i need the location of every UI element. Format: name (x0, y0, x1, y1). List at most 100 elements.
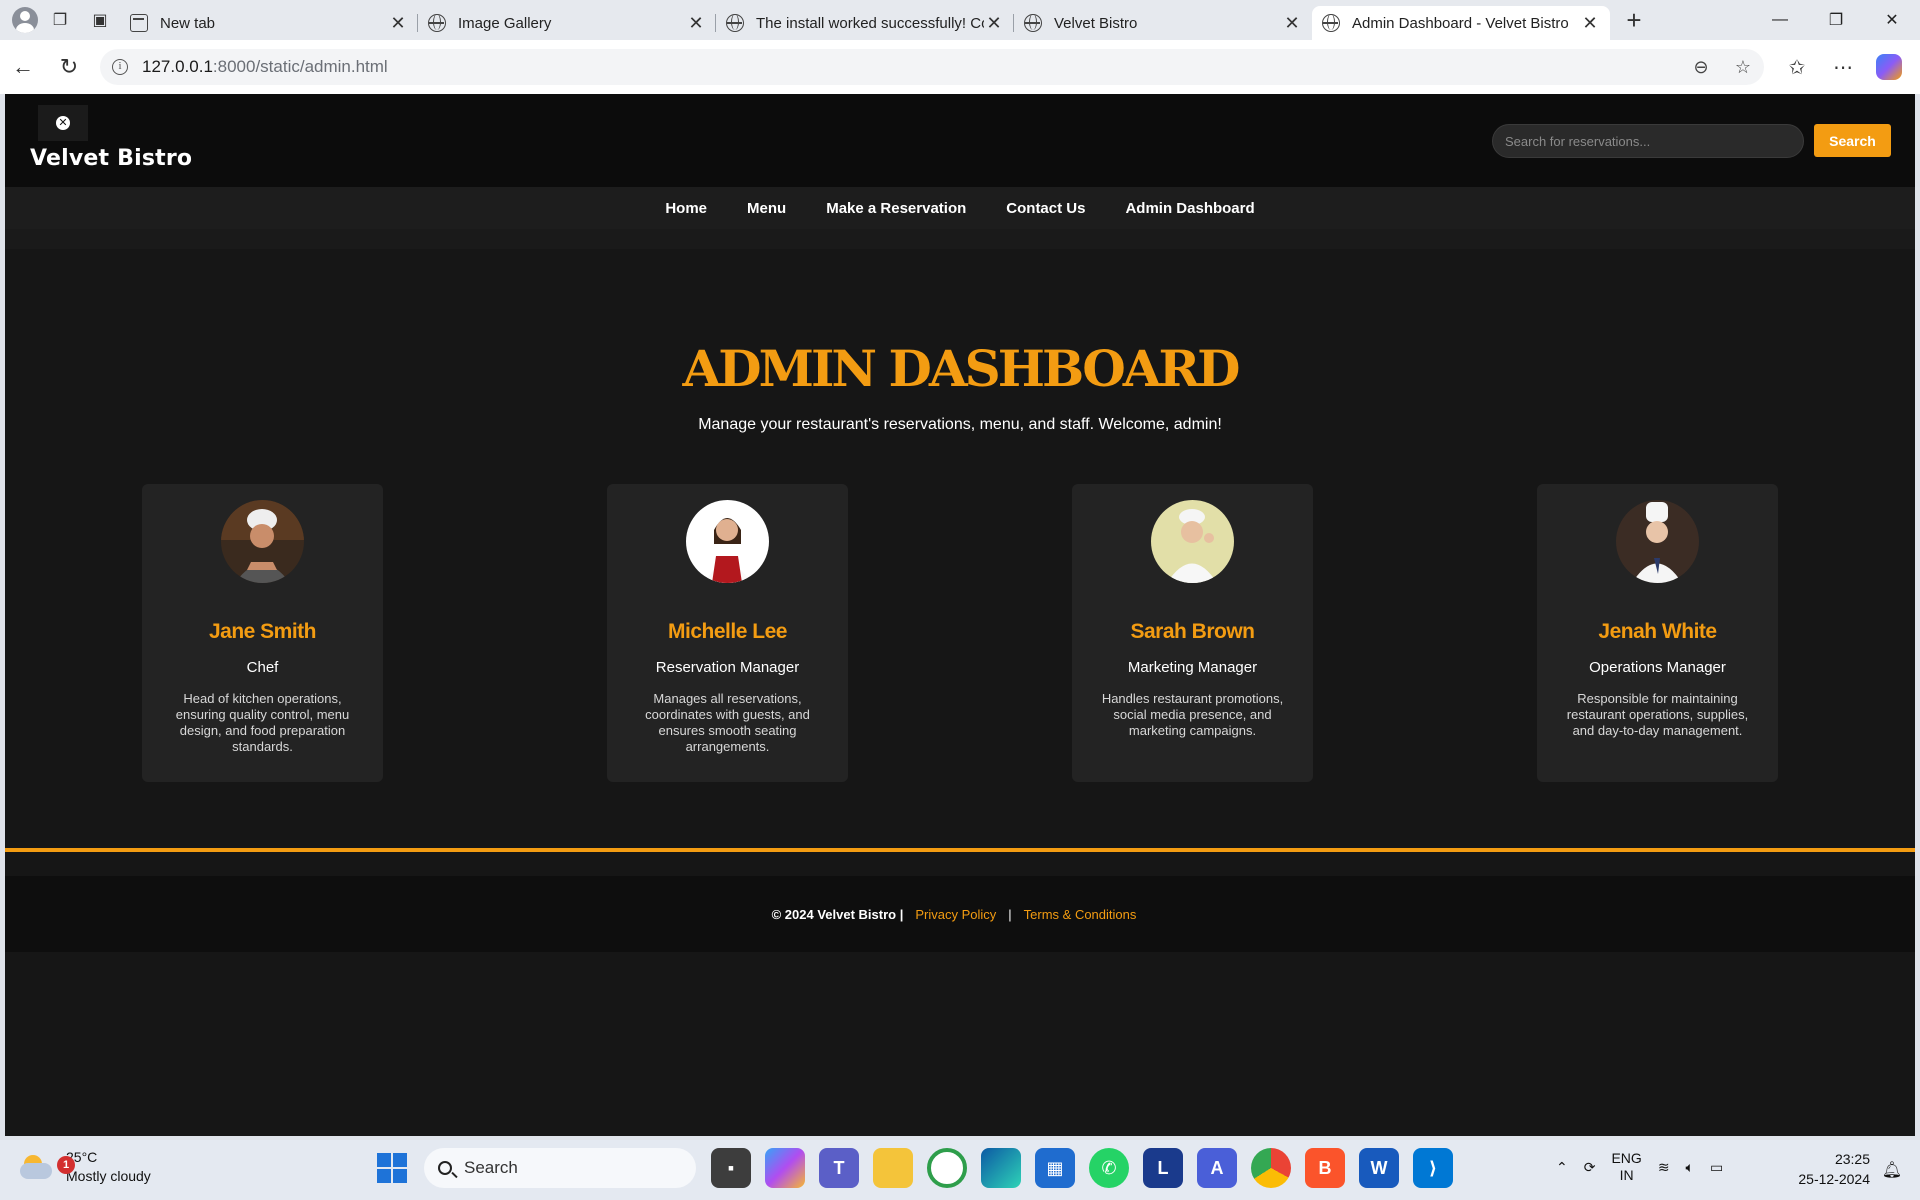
vscode-icon[interactable]: ⟩ (1413, 1148, 1453, 1188)
favorites-icon[interactable]: ✩ (1774, 47, 1820, 87)
nav-admin-dashboard[interactable]: Admin Dashboard (1125, 200, 1254, 217)
url-host: 127.0.0.1 (142, 57, 213, 76)
new-tab-page-icon (130, 14, 148, 32)
site-info-icon[interactable]: i (112, 59, 128, 75)
more-menu-icon[interactable]: ⋯ (1820, 47, 1866, 87)
avatar (221, 500, 304, 583)
tab-admin-dashboard[interactable]: Admin Dashboard - Velvet Bistro ✕ (1312, 6, 1610, 40)
site-header: ✕ Velvet Bistro Search (5, 94, 1915, 187)
chrome-icon[interactable] (1251, 1148, 1291, 1188)
nav-home[interactable]: Home (665, 200, 707, 217)
staff-card: Jenah White Operations Manager Responsib… (1537, 484, 1778, 782)
file-explorer-icon[interactable] (873, 1148, 913, 1188)
staff-name: Jenah White (1598, 620, 1717, 643)
logo[interactable]: ✕ (38, 105, 88, 141)
workspaces-icon[interactable]: ❐ (40, 0, 80, 40)
search-button[interactable]: Search (1814, 124, 1891, 157)
weather-widget[interactable]: 1 25°C Mostly cloudy (20, 1148, 151, 1186)
word-icon[interactable]: W (1359, 1148, 1399, 1188)
microsoft-store-icon[interactable]: ▦ (1035, 1148, 1075, 1188)
taskbar-apps: Search ▪ T ▦ ✆ L A B W ⟩ (372, 1148, 1460, 1188)
close-icon[interactable]: ✕ (984, 13, 1004, 34)
tab-actions-icon[interactable]: ▣ (80, 0, 120, 40)
privacy-policy-link[interactable]: Privacy Policy (915, 907, 996, 922)
zoom-icon[interactable]: ⊖ (1680, 57, 1722, 78)
page-title: ADMIN DASHBOARD (682, 339, 1241, 398)
copyright-text: © 2024 Velvet Bistro | (771, 906, 904, 922)
taskbar-search[interactable]: Search (424, 1148, 696, 1188)
battery-icon[interactable]: ▭ (1710, 1159, 1723, 1176)
window-controls: — ❐ ✕ (1752, 0, 1920, 40)
staff-description: Manages all reservations, coordinates wi… (645, 691, 810, 754)
nav-menu[interactable]: Menu (747, 200, 786, 217)
close-icon[interactable]: ✕ (1282, 13, 1302, 34)
edge-browser-icon[interactable] (981, 1148, 1021, 1188)
copilot-icon (1876, 54, 1902, 80)
favorite-star-icon[interactable]: ☆ (1722, 57, 1764, 78)
reservation-search-input[interactable] (1492, 124, 1804, 158)
language-indicator[interactable]: ENG IN (1611, 1150, 1641, 1184)
tab-new-tab[interactable]: New tab ✕ (120, 6, 418, 40)
tab-image-gallery[interactable]: Image Gallery ✕ (418, 6, 716, 40)
close-icon[interactable]: ✕ (1580, 13, 1600, 34)
globe-icon (1024, 14, 1042, 32)
avatar (1151, 500, 1234, 583)
url-field[interactable]: i 127.0.0.1:8000/static/admin.html ⊖ ☆ (100, 49, 1764, 85)
copilot-button[interactable] (1866, 47, 1912, 87)
clock[interactable]: 23:25 25-12-2024 (1798, 1149, 1870, 1189)
whatsapp-icon[interactable]: ✆ (1089, 1148, 1129, 1188)
time: 23:25 (1834, 1151, 1870, 1167)
volume-icon[interactable]: 🔈︎ (1686, 1159, 1694, 1176)
update-icon[interactable]: ⟳ (1584, 1159, 1596, 1176)
address-bar-row: ← ↻ i 127.0.0.1:8000/static/admin.html ⊖… (0, 40, 1920, 94)
tab-install-worked[interactable]: The install worked successfully! Co ✕ (716, 6, 1014, 40)
l-app-icon[interactable]: L (1143, 1148, 1183, 1188)
nav-make-reservation[interactable]: Make a Reservation (826, 200, 966, 217)
minimize-icon[interactable]: — (1752, 0, 1808, 40)
nav-contact-us[interactable]: Contact Us (1006, 200, 1085, 217)
avatar (1616, 500, 1699, 583)
staff-role: Operations Manager (1589, 659, 1726, 676)
date: 25-12-2024 (1798, 1171, 1870, 1187)
teams-icon[interactable]: T (819, 1148, 859, 1188)
terms-link[interactable]: Terms & Conditions (1024, 907, 1137, 922)
chevron-up-icon[interactable]: ⌃ (1556, 1159, 1568, 1176)
sync-app-icon[interactable] (927, 1148, 967, 1188)
windows-start-icon[interactable] (372, 1148, 412, 1188)
globe-icon (726, 14, 744, 32)
avatar (686, 500, 769, 583)
task-view-icon[interactable]: ▪ (711, 1148, 751, 1188)
nav-divider (5, 229, 1915, 249)
close-window-icon[interactable]: ✕ (1864, 0, 1920, 40)
brave-icon[interactable]: B (1305, 1148, 1345, 1188)
staff-role: Chef (246, 659, 279, 676)
arc-app-icon[interactable]: A (1197, 1148, 1237, 1188)
taskbar: 1 25°C Mostly cloudy Search ▪ T ▦ ✆ L A … (0, 1140, 1920, 1200)
staff-role: Reservation Manager (655, 659, 800, 676)
main-nav: Home Menu Make a Reservation Contact Us … (5, 187, 1915, 229)
staff-name: Sarah Brown (1130, 620, 1255, 643)
close-icon[interactable]: ✕ (686, 13, 706, 34)
restore-icon[interactable]: ❐ (1808, 0, 1864, 40)
region-code: IN (1619, 1167, 1634, 1183)
globe-icon (1322, 14, 1340, 32)
copilot-app-icon[interactable] (765, 1148, 805, 1188)
system-tray: ⌃ ⟳ ENG IN ≋ 🔈︎ ▭ (1548, 1150, 1731, 1184)
staff-name: Michelle Lee (668, 620, 787, 643)
brand-name[interactable]: Velvet Bistro (30, 146, 192, 171)
wifi-icon[interactable]: ≋ (1658, 1159, 1670, 1176)
page-subtitle: Manage your restaurant's reservations, m… (698, 416, 1222, 433)
tab-velvet-bistro[interactable]: Velvet Bistro ✕ (1014, 6, 1312, 40)
staff-description: Responsible for maintaining restaurant o… (1566, 691, 1749, 738)
close-icon[interactable]: ✕ (388, 13, 408, 34)
cloudy-weather-icon (20, 1155, 54, 1179)
profile-button[interactable] (0, 0, 40, 40)
staff-description: Handles restaurant promotions, social me… (1101, 691, 1284, 738)
footer-accent-divider (5, 848, 1915, 852)
back-icon[interactable]: ← (0, 47, 46, 87)
reload-icon[interactable]: ↻ (46, 47, 92, 87)
new-tab-button[interactable]: + (1614, 5, 1654, 36)
weather-description: Mostly cloudy (66, 1168, 151, 1184)
url-path: :8000/static/admin.html (212, 57, 388, 76)
notifications-bell-icon[interactable]: 🔔︎ (1882, 1160, 1902, 1180)
